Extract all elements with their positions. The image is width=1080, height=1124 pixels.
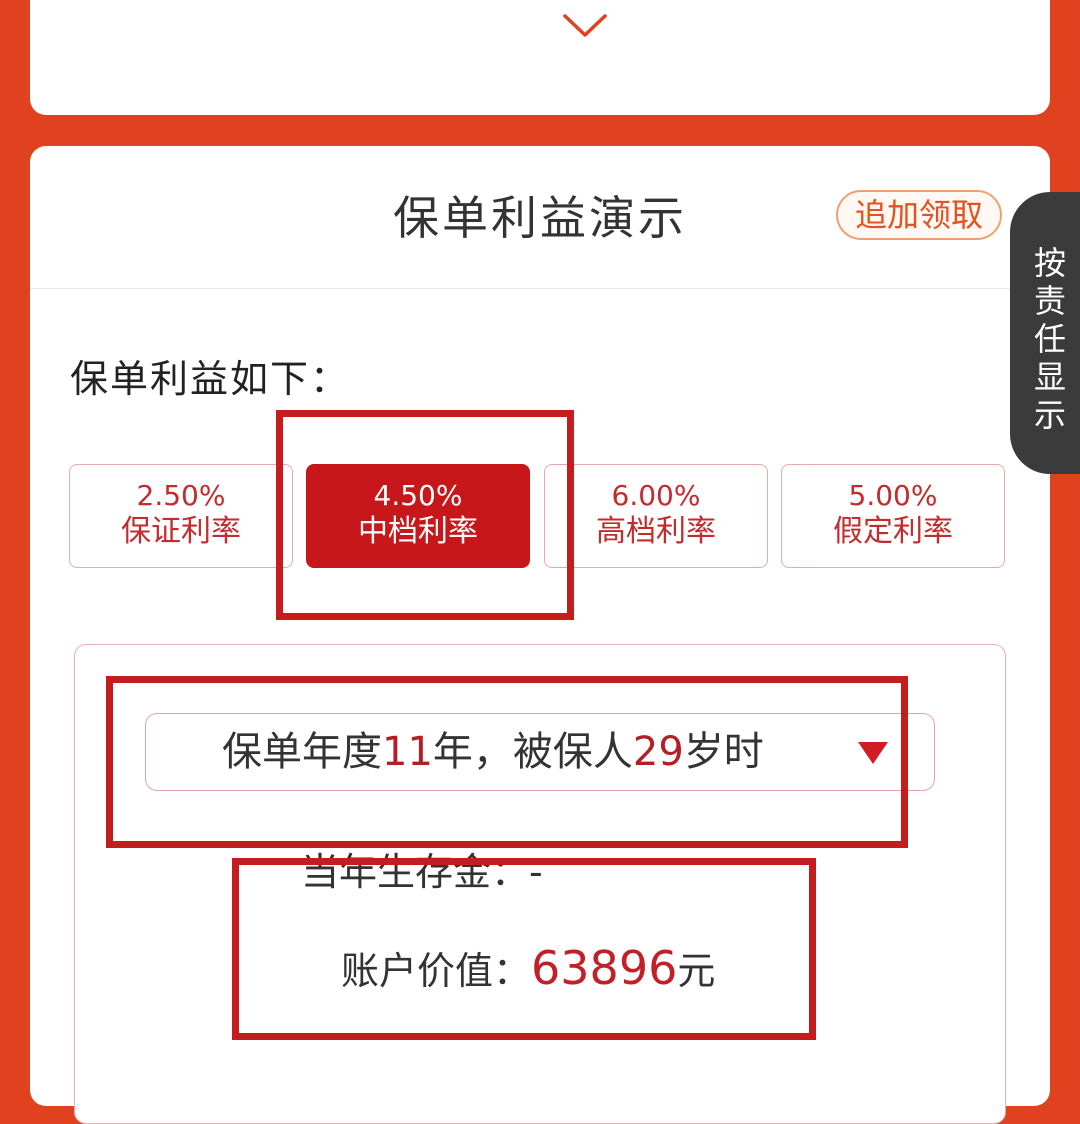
account-value-amount: 63896 — [531, 941, 678, 995]
policy-benefit-card: 保单利益演示 追加领取 保单利益如下： 2.50% 保证利率 4.50% 中档利… — [30, 146, 1050, 1124]
benefit-detail-panel: 保单年度11年，被保人29岁时 当年生存金：- 账户价值：63896元 — [74, 644, 1006, 1124]
insured-age-value: 29 — [632, 729, 684, 775]
rate-name: 高档利率 — [596, 514, 716, 549]
side-tab-label: 按责任显示 — [1033, 244, 1066, 434]
account-value-unit: 元 — [677, 949, 716, 993]
rate-name: 保证利率 — [121, 514, 241, 549]
rate-value: 6.00% — [611, 479, 701, 512]
rate-option-assumed[interactable]: 5.00% 假定利率 — [781, 464, 1005, 568]
survival-benefit-label: 当年生存金： — [301, 850, 530, 894]
policy-year-middle: 年，被保人 — [432, 729, 633, 775]
policy-year-suffix: 岁时 — [683, 729, 764, 775]
rate-value: 2.50% — [136, 479, 226, 512]
dropdown-caret-icon[interactable] — [858, 742, 888, 764]
chevron-down-icon[interactable] — [560, 12, 610, 40]
policy-year-select[interactable]: 保单年度11年，被保人29岁时 — [145, 713, 935, 791]
extra-claim-button[interactable]: 追加领取 — [836, 190, 1002, 240]
survival-benefit-row: 当年生存金：- — [301, 847, 543, 897]
section-heading: 保单利益如下： — [70, 357, 351, 401]
rate-value: 4.50% — [373, 479, 463, 512]
policy-year-select-text: 保单年度11年，被保人29岁时 — [222, 726, 764, 778]
rate-value: 5.00% — [848, 479, 938, 512]
rate-option-high[interactable]: 6.00% 高档利率 — [544, 464, 768, 568]
policy-year-value: 11 — [382, 729, 433, 775]
account-value-row: 账户价值：63896元 — [341, 937, 715, 1002]
rate-name: 假定利率 — [833, 514, 953, 549]
policy-year-prefix: 保单年度 — [222, 729, 382, 775]
side-tab-by-coverage[interactable]: 按责任显示 — [1010, 192, 1080, 474]
rate-name: 中档利率 — [358, 514, 478, 549]
survival-benefit-value: - — [529, 850, 543, 894]
rate-option-medium[interactable]: 4.50% 中档利率 — [306, 464, 530, 568]
rate-option-guaranteed[interactable]: 2.50% 保证利率 — [69, 464, 293, 568]
title-divider — [30, 288, 1050, 289]
top-card — [30, 0, 1050, 115]
account-value-label: 账户价值： — [341, 949, 532, 993]
